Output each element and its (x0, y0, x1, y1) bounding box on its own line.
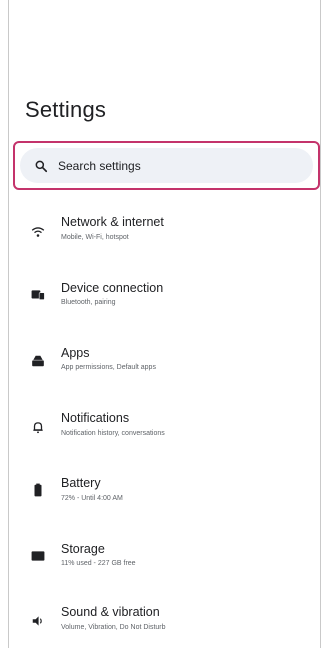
battery-icon (34, 483, 42, 497)
settings-item-network[interactable]: Network & internet Mobile, Wi-Fi, hotspo… (9, 212, 320, 268)
wifi-icon (31, 227, 45, 237)
storage-icon (31, 551, 45, 561)
item-subtitle: Mobile, Wi-Fi, hotspot (61, 234, 129, 241)
item-subtitle: App permissions, Default apps (61, 364, 156, 371)
item-title: Apps (61, 346, 90, 360)
item-title: Device connection (61, 281, 164, 295)
search-bar[interactable]: Search settings (20, 148, 313, 183)
item-title: Notifications (61, 411, 130, 425)
settings-item-notifications[interactable]: Notifications Notification history, conv… (9, 408, 320, 464)
item-title: Battery (61, 476, 101, 490)
search-input[interactable]: Search settings (58, 159, 141, 173)
apps-icon (32, 355, 44, 367)
settings-item-storage[interactable]: Storage 11% used - 227 GB free (9, 539, 320, 595)
bell-icon (33, 422, 43, 434)
item-title: Sound & vibration (61, 605, 160, 619)
item-subtitle: Volume, Vibration, Do Not Disturb (61, 624, 166, 631)
page-title: Settings (25, 97, 107, 122)
item-title: Network & internet (61, 215, 164, 229)
sound-icon (32, 616, 42, 626)
devices-icon (31, 290, 45, 300)
search-icon (35, 160, 48, 172)
item-subtitle: Bluetooth, pairing (61, 299, 116, 306)
item-subtitle: 72% - Until 4:00 AM (61, 495, 123, 502)
settings-item-battery[interactable]: Battery 72% - Until 4:00 AM (9, 474, 320, 530)
item-title: Storage (61, 542, 105, 556)
settings-screen: Settings Search settings Network & inter… (8, 0, 321, 648)
search-highlight: Search settings (13, 141, 320, 190)
settings-item-sound[interactable]: Sound & vibration Volume, Vibration, Do … (9, 603, 320, 659)
settings-item-apps[interactable]: Apps App permissions, Default apps (9, 343, 320, 399)
item-subtitle: 11% used - 227 GB free (61, 560, 136, 567)
item-subtitle: Notification history, conversations (61, 430, 165, 437)
settings-item-device-connection[interactable]: Device connection Bluetooth, pairing (9, 277, 320, 333)
